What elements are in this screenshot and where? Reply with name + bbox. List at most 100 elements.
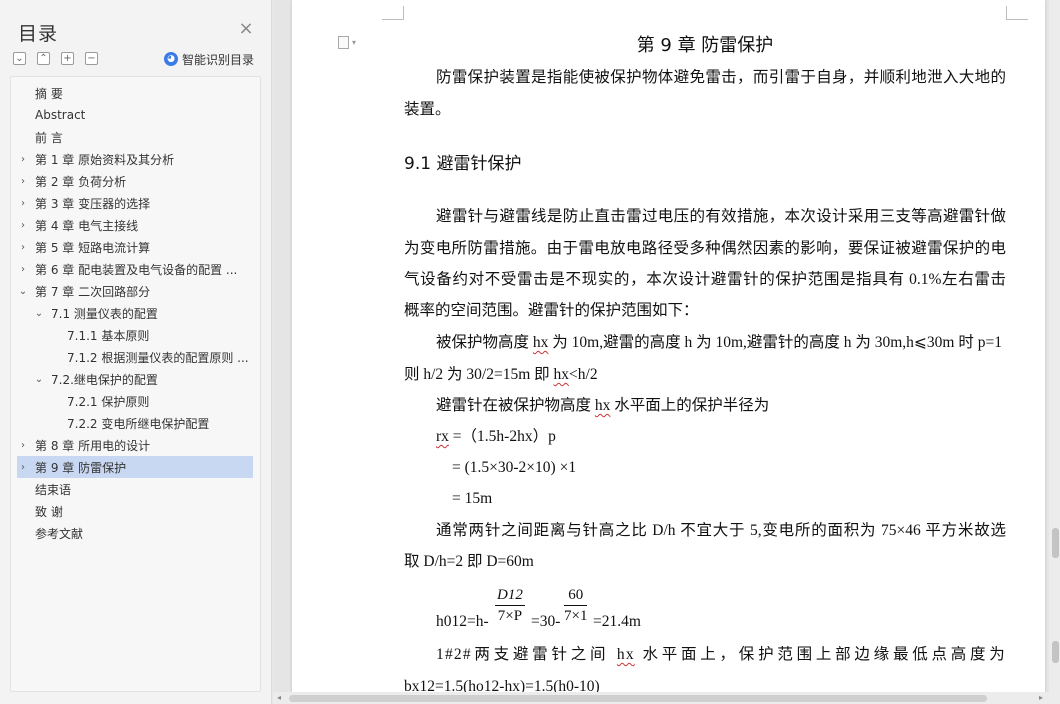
toc-item[interactable]: › 第 5 章 短路电流计算 [17, 236, 253, 258]
scrollbar-thumb[interactable] [289, 695, 987, 702]
paragraph-line: 被保护物高度 hx 为 10m,避雷的高度 h 为 10m,避雷针的高度 h 为… [436, 332, 1002, 354]
toc-item[interactable]: 致 谢 [17, 500, 253, 522]
toc-item[interactable]: › 第 4 章 电气主接线 [17, 214, 253, 236]
expand-all-icon[interactable]: ⌃ [37, 52, 50, 65]
toc-item[interactable]: 7.1.1 基本原则 [17, 324, 253, 346]
formula-line: = (1.5×30-2×10) ×1 [452, 459, 577, 476]
chevron-icon[interactable]: › [17, 264, 29, 275]
spellcheck-word[interactable]: hx [595, 397, 611, 414]
toc-item-label: 第 5 章 短路电流计算 [35, 240, 151, 255]
chevron-icon[interactable]: › [17, 440, 29, 451]
chevron-icon[interactable]: › [17, 220, 29, 231]
chevron-icon[interactable]: › [17, 154, 29, 165]
equation-part: =30- [531, 613, 561, 630]
toc-item[interactable]: 摘 要 [17, 82, 253, 104]
toc-item-label: 参考文献 [35, 526, 84, 541]
toc-item-label: 第 4 章 电气主接线 [35, 218, 139, 233]
toc-item-label: 7.2.1 保护原则 [67, 394, 150, 409]
toc-item-label: 摘 要 [35, 86, 63, 101]
toc-item[interactable]: ⌄ 7.2.继电保护的配置 [17, 368, 253, 390]
chevron-icon[interactable]: ⌄ [33, 374, 45, 385]
spellcheck-word[interactable]: hx [617, 646, 635, 663]
toc-item-label: 第 1 章 原始资料及其分析 [35, 152, 175, 167]
paragraph-line: 避雷针在被保护物高度 hx 水平面上的保护半径为 [436, 395, 769, 417]
toc-item-label: 前 言 [35, 130, 63, 145]
text-run: 水平面上的保护半径为 [610, 397, 770, 414]
toc-item-label: 第 6 章 配电装置及电气设备的配置 ... [35, 262, 238, 277]
chevron-icon[interactable]: › [17, 198, 29, 209]
scrollbar-thumb[interactable] [1052, 528, 1059, 558]
toc-item[interactable]: › 第 9 章 防雷保护 [17, 456, 253, 478]
paragraph-line: 则 h/2 为 30/2=15m 即 hx<h/2 [404, 364, 598, 386]
chevron-down-icon: ▾ [352, 37, 357, 47]
horizontal-scrollbar[interactable]: ◂ ▸ [273, 692, 1060, 704]
chevron-icon[interactable]: › [17, 462, 29, 473]
chevron-icon[interactable]: ⌄ [33, 308, 45, 319]
chevron-icon[interactable]: ⌄ [17, 286, 29, 297]
toc-item[interactable]: › 第 2 章 负荷分析 [17, 170, 253, 192]
text-run: =（1.5h-2hx）p [448, 428, 556, 445]
formula-line: rx =（1.5h-2hx）p [436, 426, 556, 448]
toc-title: 目录 [18, 23, 59, 45]
toc-item-label: Abstract [35, 108, 86, 122]
smart-toc-label: 智能识别目录 [182, 52, 255, 67]
fraction-denominator: 7×1 [564, 608, 588, 624]
spellcheck-word[interactable]: hx [554, 366, 570, 383]
text-run: 为 10m,避雷的高度 h 为 10m,避雷针的高度 h 为 30m,h⩽30m… [548, 334, 1002, 351]
page-menu-icon[interactable]: ▾ [338, 34, 364, 50]
spellcheck-word[interactable]: rx [436, 428, 449, 445]
paragraph-line: 通常两针之间距离与针高之比 D/h 不宜大于 5,变电所的面积为 75×46 平… [436, 522, 1006, 539]
toc-item-label: 第 8 章 所用电的设计 [35, 438, 151, 453]
text-run: 被保护物高度 [436, 334, 533, 351]
toc-item[interactable]: 参考文献 [17, 522, 253, 544]
paragraph-line: 装置。 [404, 101, 451, 118]
toc-item-label: 7.2.2 变电所继电保护配置 [67, 416, 210, 431]
spellcheck-word[interactable]: hx [533, 334, 549, 351]
scroll-right-icon[interactable]: ▸ [1039, 693, 1043, 702]
toc-item[interactable]: ⌄ 第 7 章 二次回路部分 [17, 280, 253, 302]
section-heading: 9.1 避雷针保护 [404, 154, 522, 174]
toc-item-label: 结束语 [35, 482, 72, 497]
scrollbar-thumb[interactable] [1052, 641, 1059, 663]
toc-item[interactable]: ⌄ 7.1 测量仪表的配置 [17, 302, 253, 324]
toc-item[interactable]: Abstract [17, 104, 253, 126]
chevron-icon[interactable]: › [17, 242, 29, 253]
toc-item[interactable]: 结束语 [17, 478, 253, 500]
toc-item[interactable]: › 第 3 章 变压器的选择 [17, 192, 253, 214]
toc-item[interactable]: 7.2.1 保护原则 [17, 390, 253, 412]
toc-item[interactable]: 7.1.2 根据测量仪表的配置原则 ... [17, 346, 253, 368]
vertical-scrollbar[interactable] [1049, 0, 1060, 692]
toc-item-label: 致 谢 [35, 504, 63, 519]
paragraph-line: 气设备约对不受雷击是不现实的，本次设计避雷针的保护范围是指具有 0.1%左右雷击 [404, 271, 1006, 288]
equation-fraction: 60 7×1 [564, 585, 588, 626]
smart-toc-button[interactable]: ◕ 智能识别目录 [164, 50, 254, 68]
paragraph-line: 避雷针与避雷线是防止直击雷过电压的有效措施，本次设计采用三支等高避雷针做 [436, 208, 1006, 225]
toc-item[interactable]: › 第 1 章 原始资料及其分析 [17, 148, 253, 170]
paragraph-line: 为变电所防雷措施。由于雷电放电路径受多种偶然因素的影响，要保证被避雷保护的电 [404, 240, 1006, 257]
equation-part: h012=h- [436, 613, 489, 630]
toc-item-label: 7.1.2 根据测量仪表的配置原则 ... [67, 350, 249, 365]
chevron-icon[interactable]: › [17, 176, 29, 187]
fraction-numerator: D12 [495, 585, 525, 606]
toc-sidebar: 目录 × ⌄ ⌃ + − ◕ 智能识别目录 摘 要 Abstract 前 言 › 第 1… [0, 0, 272, 704]
toc-item-label: 第 2 章 负荷分析 [35, 174, 127, 189]
paragraph-line: 取 D/h=2 即 D=60m [404, 553, 534, 570]
toc-item[interactable]: 7.2.2 变电所继电保护配置 [17, 412, 253, 434]
document-area: ▾ 第 9 章 防雷保护 防雷保护装置是指能使被保护物体避免雷击，而引雷于自身，… [273, 0, 1060, 704]
scroll-left-icon[interactable]: ◂ [277, 693, 281, 702]
remove-heading-icon[interactable]: − [85, 52, 98, 65]
equation-part: =21.4m [593, 613, 641, 630]
formula-line: = 15m [452, 490, 493, 507]
close-icon[interactable]: × [238, 20, 254, 38]
document-icon [338, 35, 349, 49]
toc-item[interactable]: › 第 8 章 所用电的设计 [17, 434, 253, 456]
collapse-all-icon[interactable]: ⌄ [13, 52, 26, 65]
add-heading-icon[interactable]: + [61, 52, 74, 65]
equation-fraction: D12 7×P [495, 585, 525, 626]
paragraph-line: 1#2#两支避雷针之间 hx 水平面上，保护范围上部边缘最低点高度为 [436, 644, 1006, 666]
toc-item[interactable]: 前 言 [17, 126, 253, 148]
toc-item[interactable]: › 第 6 章 配电装置及电气设备的配置 ... [17, 258, 253, 280]
toc-item-label: 第 7 章 二次回路部分 [35, 284, 151, 299]
paragraph-line: 防雷保护装置是指能使被保护物体避免雷击，而引雷于自身，并顺利地泄入大地的 [436, 69, 1006, 86]
document-page[interactable]: ▾ 第 9 章 防雷保护 防雷保护装置是指能使被保护物体避免雷击，而引雷于自身，… [292, 0, 1045, 694]
